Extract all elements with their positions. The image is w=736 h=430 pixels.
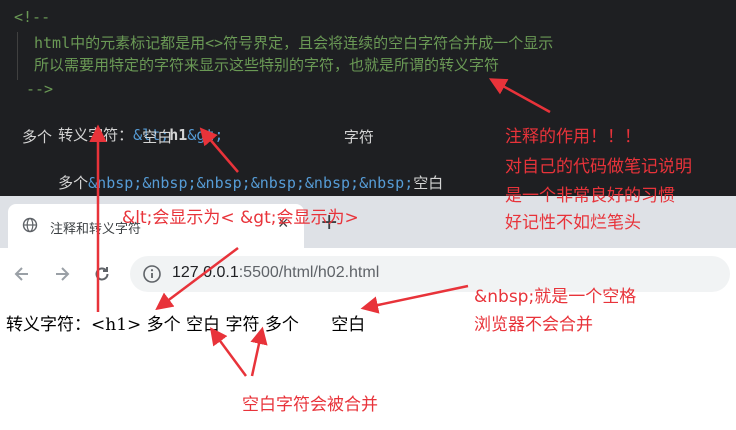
info-icon[interactable] (142, 264, 162, 284)
nbsp-line-start: 多个 (58, 174, 89, 192)
comment-line-2: 所以需要用特定的字符来显示这些特别的字符，也就是所谓的转义字符 (34, 56, 500, 74)
escape-code-line: 转义字符：&lt;h1&gt; (22, 102, 223, 144)
nbsp-code-line: 多个&nbsp;&nbsp;&nbsp;&nbsp;&nbsp;&nbsp;空白 (22, 150, 443, 192)
reload-icon[interactable] (92, 264, 112, 284)
comment-open: <!-- (14, 8, 51, 26)
note-entity-display: &lt;会显示为< &gt;会显示为> (122, 208, 359, 228)
address-bar[interactable]: 127.0.0.1:5500/html/h02.html (130, 256, 730, 292)
globe-icon (22, 217, 38, 233)
indent-guide (17, 32, 18, 80)
url-text: 127.0.0.1:5500/html/h02.html (172, 264, 379, 282)
nbsp-line-end: 空白 (413, 174, 444, 192)
url-path: :5500/html/h02.html (238, 264, 380, 281)
forward-arrow-icon[interactable] (52, 264, 72, 284)
rendered-text: 转义字符：<h1> 多个 空白 字符 多个 空白 (6, 315, 366, 335)
note-comment-line-3: 是一个非常良好的习惯 (505, 186, 675, 206)
note-nbsp-no-merge: 浏览器不会合并 (474, 315, 593, 335)
spaces-code-line: 多个 空白 字符 (22, 128, 374, 146)
note-comment-line-2: 对自己的代码做笔记说明 (505, 157, 692, 177)
note-comment-line-4: 好记性不如烂笔头 (505, 213, 641, 233)
nbsp-entities: &nbsp;&nbsp;&nbsp;&nbsp;&nbsp;&nbsp; (88, 174, 414, 192)
note-nbsp-space: &nbsp;就是一个空格 (474, 287, 637, 307)
comment-close: --> (26, 80, 54, 98)
back-arrow-icon[interactable] (12, 264, 32, 284)
note-whitespace-merge: 空白字符会被合并 (242, 395, 378, 415)
comment-line-1: html中的元素标记都是用<>符号界定，且会将连续的空白字符合并成一个显示 (34, 34, 554, 52)
url-host: 127.0.0.1 (172, 264, 239, 281)
note-comment-purpose: 注释的作用！！！ (505, 127, 641, 147)
